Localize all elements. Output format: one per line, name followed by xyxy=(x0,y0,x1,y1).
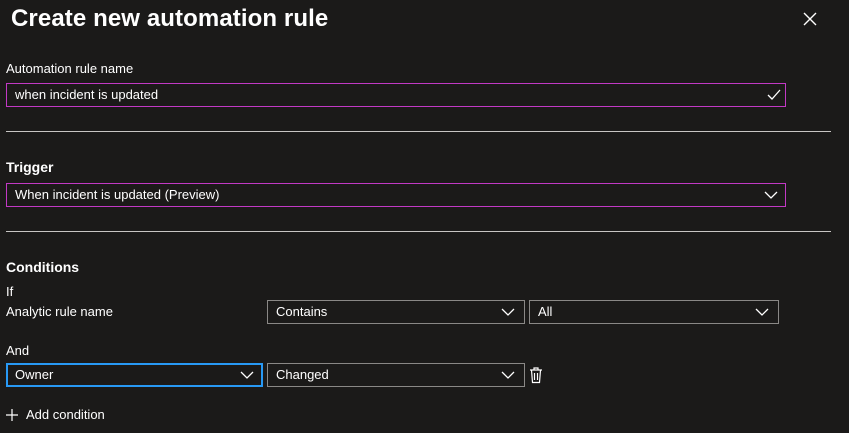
operator-dropdown[interactable]: Contains xyxy=(267,300,525,324)
trigger-dropdown[interactable]: When incident is updated (Preview) xyxy=(6,183,786,207)
value-selected: All xyxy=(538,304,553,319)
operator-selected: Changed xyxy=(276,367,329,382)
rule-name-value: when incident is updated xyxy=(15,87,159,102)
add-condition-label: Add condition xyxy=(26,407,105,422)
plus-icon xyxy=(6,409,18,421)
checkmark-icon xyxy=(767,89,781,100)
chevron-down-icon xyxy=(764,191,778,199)
property-selected: Owner xyxy=(15,367,54,382)
chevron-down-icon xyxy=(755,308,769,316)
trigger-heading: Trigger xyxy=(6,159,54,175)
automation-rule-panel: Create new automation rule Automation ru… xyxy=(0,0,849,433)
condition-property-label: Analytic rule name xyxy=(6,304,113,319)
value-dropdown[interactable]: All xyxy=(529,300,779,324)
chevron-down-icon xyxy=(501,371,515,379)
trigger-selected: When incident is updated (Preview) xyxy=(15,187,220,202)
rule-name-input[interactable]: when incident is updated xyxy=(6,83,786,107)
section-divider xyxy=(6,231,831,232)
trash-icon[interactable] xyxy=(528,366,544,384)
rule-name-label: Automation rule name xyxy=(6,61,134,76)
if-label: If xyxy=(6,284,14,299)
panel-title: Create new automation rule xyxy=(11,5,329,32)
add-condition-button[interactable]: Add condition xyxy=(6,406,126,424)
property-dropdown[interactable]: Owner xyxy=(6,363,263,387)
close-icon[interactable] xyxy=(800,9,820,29)
operator-dropdown[interactable]: Changed xyxy=(267,363,525,387)
conditions-heading: Conditions xyxy=(6,259,80,275)
chevron-down-icon xyxy=(501,308,515,316)
operator-selected: Contains xyxy=(276,304,328,319)
section-divider xyxy=(6,131,831,132)
and-label: And xyxy=(6,343,30,358)
chevron-down-icon xyxy=(240,371,254,379)
